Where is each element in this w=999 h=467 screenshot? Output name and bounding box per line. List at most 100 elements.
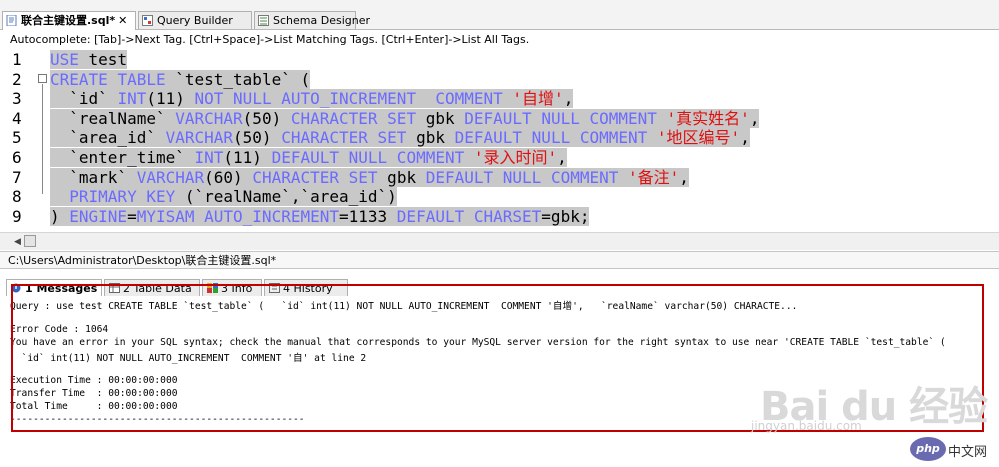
sql-text: `realName` [50, 108, 176, 128]
line-number: 1 [12, 50, 22, 69]
horizontal-scrollbar[interactable]: ◀ [0, 232, 999, 250]
code-line[interactable]: `area_id` VARCHAR(50) CHARACTER SET gbk … [50, 128, 750, 148]
sql-keyword: DEFAULT NULL COMMENT [464, 108, 657, 128]
selected-text: CREATE TABLE `test_table` ( [50, 69, 311, 89]
sql-text: gbk [406, 128, 455, 148]
sql-string: '地区编号' [656, 128, 741, 148]
sql-keyword: DEFAULT CHARSET [396, 206, 542, 226]
line-number: 5 [12, 128, 22, 148]
sql-keyword: TABLE [117, 69, 166, 89]
sql-editor[interactable]: 123456789 USE test CREATE TABLE `test_tab… [0, 49, 999, 230]
line-number: 8 [12, 187, 22, 207]
sql-text: , [740, 128, 750, 148]
sql-keyword: VARCHAR [175, 108, 243, 128]
sql-string: '真实姓名' [666, 108, 750, 128]
php-site-label: 中文网 [948, 445, 988, 460]
php-logo-badge: php [910, 437, 946, 461]
sql-keyword: CHARACTER SET [252, 167, 378, 187]
sql-text: =gbk; [541, 206, 590, 226]
selected-text: `enter_time` INT(11) DEFAULT NULL COMMEN… [50, 148, 567, 167]
sql-text: (50) [242, 108, 291, 128]
code-line[interactable]: PRIMARY KEY (`realName`,`area_id`) [50, 187, 397, 207]
code-line[interactable]: USE test [50, 50, 128, 70]
tab-sql-file-label: 联合主键设置.sql* [21, 14, 116, 27]
scroll-thumb[interactable] [24, 235, 36, 247]
sql-text: , [563, 89, 574, 109]
sql-keyword: INT [117, 89, 147, 109]
code-line[interactable]: `mark` VARCHAR(60) CHARACTER SET gbk DEF… [50, 167, 689, 188]
sql-text: , [679, 167, 689, 187]
code-line[interactable]: ) ENGINE=MYISAM AUTO_INCREMENT=1133 DEFA… [50, 206, 590, 227]
baidu-watermark-url: jingyan.baidu.com [751, 419, 862, 433]
sql-text: gbk [377, 167, 426, 187]
sql-keyword: VARCHAR [136, 167, 205, 187]
sql-text: , [749, 108, 760, 128]
sql-text: (11) [146, 89, 195, 109]
schema-designer-icon [258, 14, 270, 26]
sql-keyword: PRIMARY KEY [69, 187, 176, 207]
fold-guide [42, 84, 43, 194]
sql-keyword: DEFAULT NULL COMMENT [454, 128, 648, 148]
selected-text: `id` INT(11) NOT NULL AUTO_INCREMENT COM… [50, 89, 574, 109]
selected-text: `realName` VARCHAR(50) CHARACTER SET gbk… [50, 108, 760, 128]
sql-text: (50) [233, 128, 282, 148]
autocomplete-hint: Autocomplete: [Tab]->Next Tag. [Ctrl+Spa… [10, 33, 530, 46]
tab-sql-file[interactable]: 联合主键设置.sql* ✕ [2, 11, 136, 30]
line-number: 7 [12, 167, 22, 187]
sql-text: gbk [416, 108, 465, 128]
sql-keyword: VARCHAR [165, 128, 234, 148]
code-line[interactable]: CREATE TABLE `test_table` ( [50, 69, 311, 90]
selected-text: PRIMARY KEY (`realName`,`area_id`) [50, 187, 397, 207]
scroll-left-icon[interactable]: ◀ [14, 237, 21, 247]
line-number: 9 [12, 206, 22, 226]
sql-keyword: MYISAM AUTO_INCREMENT [136, 206, 339, 226]
sql-text: `mark` [50, 167, 137, 187]
tab-query-builder[interactable]: Query Builder [138, 11, 252, 29]
sql-string: '录入时间' [473, 148, 558, 167]
file-path-bar: C:\Users\Administrator\Desktop\联合主键设置.sq… [0, 251, 999, 269]
line-number: 3 [12, 89, 22, 109]
code-line[interactable]: `enter_time` INT(11) DEFAULT NULL COMMEN… [50, 148, 567, 168]
close-icon[interactable]: ✕ [118, 14, 127, 27]
sql-text: = [127, 206, 137, 226]
sql-keyword: CREATE [50, 69, 108, 89]
sql-text: ) [50, 206, 70, 226]
selected-text: `area_id` VARCHAR(50) CHARACTER SET gbk … [50, 128, 750, 148]
sql-text: (60) [204, 167, 253, 187]
selected-text: `mark` VARCHAR(60) CHARACTER SET gbk DEF… [50, 167, 689, 187]
selected-text: USE test [50, 50, 128, 69]
sql-string: '自增' [512, 89, 564, 109]
code-line[interactable]: `realName` VARCHAR(50) CHARACTER SET gbk… [50, 108, 760, 129]
sql-keyword: USE [50, 50, 79, 69]
tab-schema-designer[interactable]: Schema Designer [254, 11, 370, 29]
sql-keyword: DEFAULT NULL COMMENT [271, 148, 465, 167]
php-cn-logo: php 中文网 [910, 437, 997, 463]
tab-schema-designer-label: Schema Designer [273, 14, 370, 27]
sql-keyword: CHARACTER SET [281, 128, 407, 148]
selected-text: ) ENGINE=MYISAM AUTO_INCREMENT=1133 DEFA… [50, 206, 590, 226]
line-number: 6 [12, 148, 22, 167]
tab-query-builder-label: Query Builder [157, 14, 233, 27]
sql-keyword: DEFAULT NULL COMMENT [425, 167, 619, 187]
fold-toggle-icon[interactable] [38, 74, 47, 83]
sql-keyword: ENGINE [69, 206, 128, 226]
sql-keyword: CHARACTER SET [290, 108, 417, 128]
query-builder-icon [142, 14, 154, 26]
sql-text: `test_table` ( [165, 69, 311, 89]
line-number: 2 [12, 69, 22, 89]
sql-file-icon [6, 14, 18, 27]
sql-text: (11) [223, 148, 272, 167]
sql-text: `id` [50, 89, 118, 109]
editor-tab-bar: 联合主键设置.sql* ✕ Query Builder Schema Design… [0, 0, 999, 30]
code-line[interactable]: `id` INT(11) NOT NULL AUTO_INCREMENT COM… [50, 89, 574, 109]
sql-text: `enter_time` [50, 148, 195, 167]
line-number: 4 [12, 108, 22, 128]
sql-string: '备注' [628, 167, 680, 187]
